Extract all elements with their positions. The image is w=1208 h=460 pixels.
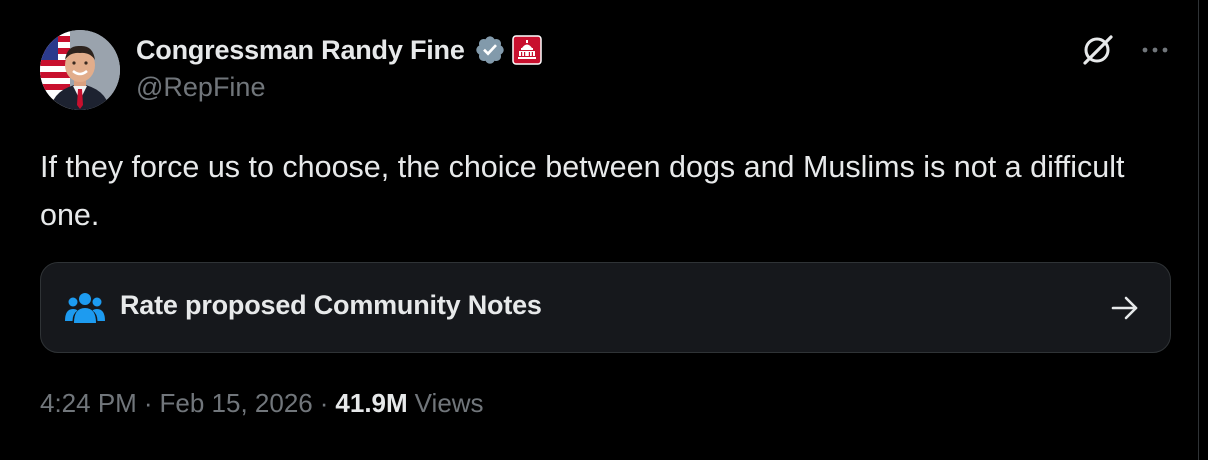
community-notes-label: Rate proposed Community Notes <box>120 290 542 320</box>
avatar[interactable] <box>40 30 120 110</box>
tweet-metadata: 4:24 PM · Feb 15, 2026 · 41.9M Views <box>40 388 484 419</box>
rate-community-notes-button[interactable]: Rate proposed Community Notes <box>40 262 1171 353</box>
verified-badge-icon[interactable] <box>474 34 506 66</box>
people-icon <box>65 291 105 325</box>
tweet-time[interactable]: 4:24 PM <box>40 388 137 419</box>
more-options-icon[interactable] <box>1139 38 1171 62</box>
tweet-date[interactable]: Feb 15, 2026 <box>160 388 313 419</box>
avatar-image <box>40 30 120 110</box>
arrow-right-icon <box>1110 293 1140 323</box>
views-count[interactable]: 41.9M <box>335 388 407 419</box>
separator: · <box>143 388 153 418</box>
tweet-text: If they force us to choose, the choice b… <box>40 150 1125 232</box>
tweet-container: Congressman Randy Fine @RepFine If they … <box>1 0 1199 460</box>
author-handle[interactable]: @RepFine <box>136 72 265 103</box>
us-capitol-icon[interactable] <box>511 35 542 65</box>
author-display-name[interactable]: Congressman Randy Fine <box>136 35 465 66</box>
separator: · <box>319 388 329 418</box>
grok-icon[interactable] <box>1081 33 1115 67</box>
views-label: Views <box>414 388 484 418</box>
author-name-row: Congressman Randy Fine <box>136 31 542 69</box>
